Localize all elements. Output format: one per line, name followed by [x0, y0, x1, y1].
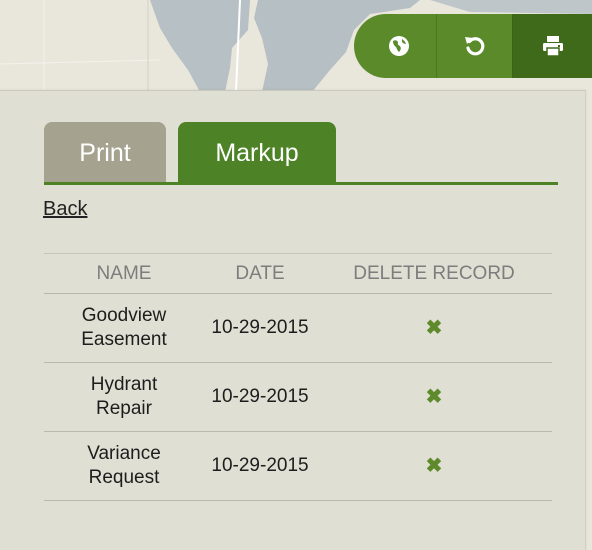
- table-row[interactable]: Hydrant Repair 10-29-2015 ✖: [44, 362, 552, 432]
- tab-markup[interactable]: Markup: [178, 122, 336, 182]
- back-link[interactable]: Back: [43, 198, 87, 221]
- record-date-cell: 10-29-2015: [204, 293, 316, 363]
- map-toolbar: [354, 14, 592, 78]
- markup-records-table: NAME DATE DELETE RECORD Goodview Easemen…: [44, 253, 552, 501]
- table-row[interactable]: Goodview Easement 10-29-2015 ✖: [44, 293, 552, 363]
- delete-record-cell: ✖: [316, 293, 552, 363]
- record-name-cell[interactable]: Goodview Easement: [44, 293, 204, 363]
- record-name-line2: Repair: [96, 398, 152, 419]
- record-name-line1: Goodview: [81, 305, 167, 326]
- column-header-delete-record: DELETE RECORD: [316, 253, 552, 294]
- print-icon: [542, 36, 563, 57]
- table-header-row: NAME DATE DELETE RECORD: [44, 253, 552, 294]
- record-name-line1: Variance: [87, 443, 161, 464]
- record-name-cell[interactable]: Hydrant Repair: [44, 362, 204, 432]
- column-header-name: NAME: [44, 253, 204, 294]
- delete-record-cell: ✖: [316, 431, 552, 501]
- record-name-cell[interactable]: Variance Request: [44, 431, 204, 501]
- refresh-button[interactable]: [436, 14, 512, 78]
- refresh-icon: [464, 37, 484, 56]
- print-button[interactable]: [512, 14, 592, 78]
- column-header-date: DATE: [204, 253, 316, 294]
- table-row[interactable]: Variance Request 10-29-2015 ✖: [44, 431, 552, 501]
- app-viewport: Print Markup Back NAME DATE DELETE RECOR…: [0, 0, 592, 550]
- delete-x-icon[interactable]: ✖: [426, 455, 443, 477]
- record-name-line1: Hydrant: [90, 374, 158, 395]
- record-date-cell: 10-29-2015: [204, 431, 316, 501]
- basemap-button[interactable]: [354, 14, 436, 78]
- record-name-line2: Request: [88, 467, 160, 488]
- globe-icon: [389, 36, 409, 56]
- panel-tabs: Print Markup: [44, 122, 336, 182]
- markup-panel: Print Markup Back NAME DATE DELETE RECOR…: [0, 90, 586, 550]
- delete-x-icon[interactable]: ✖: [426, 386, 443, 408]
- record-name-line2: Easement: [81, 329, 167, 350]
- record-date-cell: 10-29-2015: [204, 362, 316, 432]
- tab-divider: [44, 182, 558, 185]
- delete-x-icon[interactable]: ✖: [426, 317, 443, 339]
- tab-print[interactable]: Print: [44, 122, 166, 182]
- delete-record-cell: ✖: [316, 362, 552, 432]
